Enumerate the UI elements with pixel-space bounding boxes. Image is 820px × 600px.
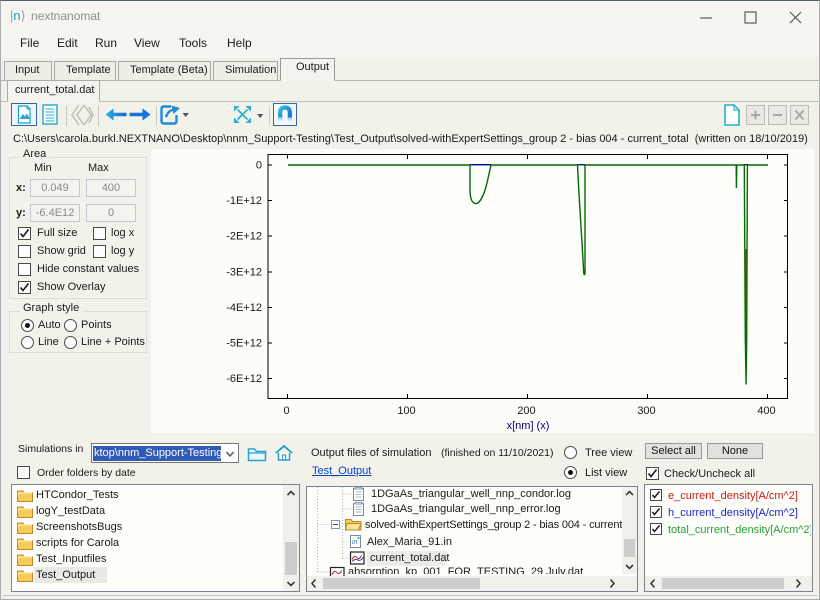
svg-text:-5E+12: -5E+12 bbox=[226, 338, 262, 350]
svg-text:-1E+12: -1E+12 bbox=[226, 195, 262, 207]
svg-text:0: 0 bbox=[256, 160, 262, 172]
svg-text:-3E+12: -3E+12 bbox=[226, 266, 262, 278]
svg-text:in: in bbox=[352, 539, 358, 546]
svg-text:300: 300 bbox=[637, 405, 655, 417]
svg-text:x[nm] (x): x[nm] (x) bbox=[507, 420, 550, 432]
svg-text:200: 200 bbox=[517, 405, 535, 417]
svg-text:400: 400 bbox=[757, 405, 775, 417]
svg-text:0: 0 bbox=[283, 405, 289, 417]
svg-text:100: 100 bbox=[397, 405, 415, 417]
svg-text:-4E+12: -4E+12 bbox=[226, 302, 262, 314]
svg-text:-2E+12: -2E+12 bbox=[226, 231, 262, 243]
svg-text:-6E+12: -6E+12 bbox=[226, 373, 262, 385]
